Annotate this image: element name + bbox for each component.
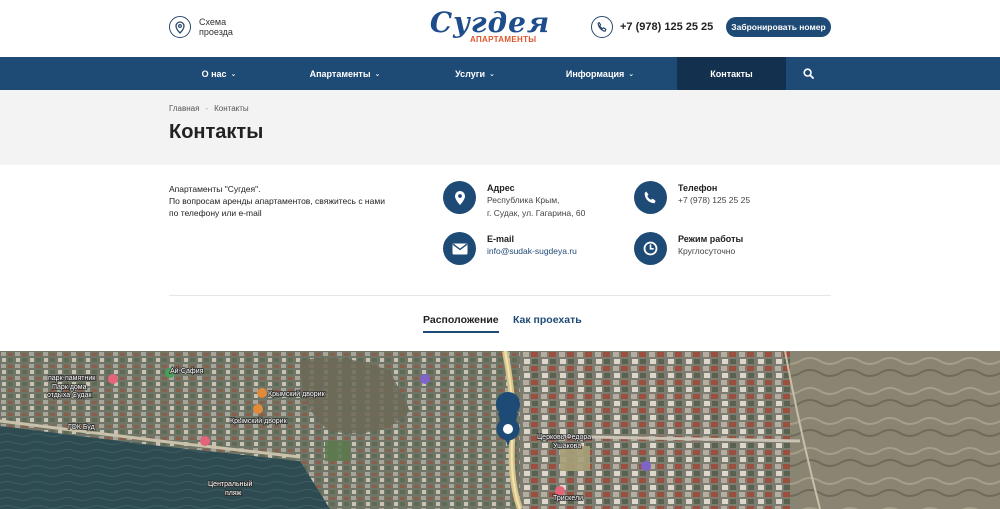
email-title: E-mail [487,234,515,244]
map-label: Трискели [553,495,583,502]
address-title: Адрес [487,183,515,193]
map-label: ГОК Буд [68,424,95,431]
chevron-down-icon: ⌄ [489,70,495,78]
header-phone-number: +7 (978) 125 25 25 [620,21,714,33]
chevron-down-icon: ⌄ [230,70,237,78]
divider [169,295,831,296]
map-label: Парк дома [52,384,87,391]
header-phone[interactable]: +7 (978) 125 25 25 [591,16,713,38]
hours-value: Круглосуточно [678,246,736,256]
phone-title: Телефон [678,183,718,193]
chevron-down-icon: ⌄ [374,70,381,78]
nav-item-label: Информация [565,68,625,79]
map-label: Крымский дворик [268,390,326,398]
breadcrumb-current: Контакты [214,104,249,113]
nav-item-about[interactable]: О нас ⌄ [169,57,269,90]
address-line: г. Судак, ул. Гагарина, 60 [487,208,586,218]
hours-block: Режим работы Круглосуточно [634,232,743,265]
intro-line: по телефону или e-mail [169,208,262,218]
map-label: Ушакова [553,443,581,450]
breadcrumb-separator: - [205,104,209,113]
logo-script: Сугдея [429,6,551,39]
map-label: отдыха Судак [47,392,92,399]
location-pin-icon [169,16,191,38]
nav-item-label: О нас [201,68,227,79]
map-tabs: Расположение Как проехать [0,314,1000,334]
address-block: Адрес Республика Крым, г. Судак, ул. Гаг… [443,181,585,220]
route-label: Схема проезда [199,17,233,37]
map-label: парк-памятник [48,375,96,382]
contacts-intro: Апартаменты "Сугдея". По вопросам аренды… [169,183,409,219]
intro-line: Апартаменты "Сугдея". [169,184,261,194]
tab-directions[interactable]: Как проехать [513,314,582,331]
hours-title: Режим работы [678,234,744,244]
breadcrumb: Главная - Контакты [169,104,249,113]
page-header: Главная - Контакты Контакты [0,90,1000,165]
phone-block: Телефон +7 (978) 125 25 25 [634,181,750,214]
map-label: Ай-Сафия [170,367,204,375]
site-header: Схема проезда Сугдея АПАРТАМЕНТЫ +7 (978… [0,0,1000,57]
map-label: пляж [225,490,242,497]
nav-item-label: Услуги [455,68,486,79]
location-map[interactable]: парк-памятник Парк дома отдыха Судак Ай-… [0,351,1000,509]
search-icon [802,68,814,79]
page-title: Контакты [169,121,264,143]
map-label: Центральный [208,480,253,488]
email-block: E-mail info@sudak-sugdeya.ru [443,232,577,265]
map-label: Церковь Федора [537,434,591,441]
clock-icon [634,232,667,265]
logo-subtitle: АПАРТАМЕНТЫ [470,35,537,44]
phone-icon [634,181,667,214]
email-link[interactable]: info@sudak-sugdeya.ru [487,245,577,258]
chevron-down-icon: ⌄ [628,70,635,78]
nav-item-info[interactable]: Информация ⌄ [550,57,650,90]
tab-location[interactable]: Расположение [423,314,499,333]
main-nav: О нас ⌄ Апартаменты ⌄ Услуги ⌄ Информация ⌄ … [0,57,1000,90]
nav-item-apartments[interactable]: Апартаменты ⌄ [290,57,400,90]
nav-item-contacts[interactable]: Контакты [677,57,786,90]
address-line: Республика Крым, [487,195,560,205]
phone-value[interactable]: +7 (978) 125 25 25 [678,194,750,207]
nav-item-label: Апартаменты [309,68,371,79]
map-pin-icon [443,181,476,214]
book-room-button[interactable]: Забронировать номер [726,17,831,37]
site-logo[interactable]: Сугдея АПАРТАМЕНТЫ [420,8,560,46]
envelope-icon [443,232,476,265]
breadcrumb-home[interactable]: Главная [169,104,199,113]
intro-line: По вопросам аренды апартаментов, свяжите… [169,196,385,206]
phone-icon [591,16,613,38]
route-map-link[interactable]: Схема проезда [169,16,244,38]
nav-search-button[interactable] [790,57,826,90]
nav-item-label: Контакты [710,68,753,79]
map-label: Крымский дворик [230,417,288,425]
nav-item-services[interactable]: Услуги ⌄ [430,57,520,90]
